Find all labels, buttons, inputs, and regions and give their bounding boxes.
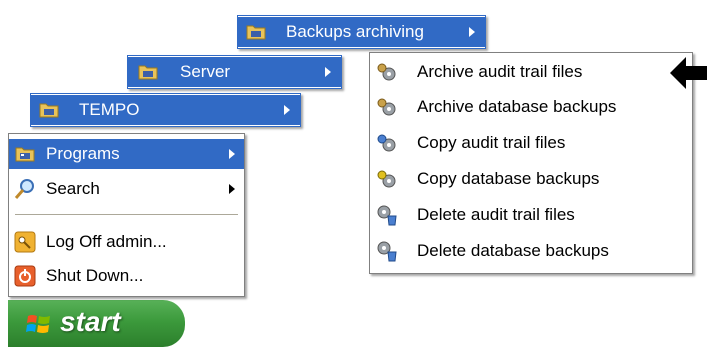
tempo-menu: TEMPO <box>30 93 301 127</box>
submenu-arrow-icon <box>469 27 475 37</box>
copy-gear-icon <box>377 134 396 152</box>
menu-item-label: Log Off admin... <box>46 232 167 251</box>
menu-item-label: Search <box>46 179 100 198</box>
menu-item-label: Delete database backups <box>417 241 609 260</box>
menu-item-label: Shut Down... <box>46 266 144 285</box>
menu-item-label: Copy audit trail files <box>417 133 566 152</box>
menu-separator <box>15 214 238 215</box>
backups-archiving-menu: Backups archiving <box>237 15 486 49</box>
server-menu: Server <box>127 55 342 89</box>
menu-item-label: Programs <box>46 144 120 163</box>
tempo-folder-icon <box>39 103 59 118</box>
search-magnifier-icon <box>14 179 34 199</box>
archive-gear-icon <box>377 98 396 116</box>
backups-folder-icon <box>246 25 266 40</box>
start-label: start <box>60 306 121 337</box>
menu-item-label: Archive audit trail files <box>417 62 583 81</box>
menu-item-label: Server <box>180 62 231 81</box>
start-button[interactable]: start <box>8 300 185 347</box>
programs-folder-icon <box>15 147 35 162</box>
archive-gear-icon <box>377 63 396 81</box>
submenu-arrow-icon <box>229 184 235 194</box>
menu-item-copy-database-backups[interactable]: Copy database backups <box>370 164 692 194</box>
black-arrow-pointer-icon <box>670 57 707 89</box>
shut-down-power-icon <box>14 265 36 287</box>
delete-gear-icon <box>377 241 397 262</box>
menu-item-archive-audit-trail[interactable]: Archive audit trail files <box>370 57 692 87</box>
submenu-arrow-icon <box>284 105 290 115</box>
menu-item-server[interactable]: Server <box>128 57 341 87</box>
menu-item-label: Delete audit trail files <box>417 205 575 224</box>
menu-item-label: Backups archiving <box>286 22 424 41</box>
menu-item-programs[interactable]: Programs <box>9 139 244 169</box>
submenu-arrow-icon <box>229 149 235 159</box>
menu-item-backups-archiving[interactable]: Backups archiving <box>238 17 485 47</box>
menu-item-delete-audit-trail[interactable]: Delete audit trail files <box>370 200 692 230</box>
menu-item-tempo[interactable]: TEMPO <box>31 95 300 125</box>
windows-flag-icon <box>26 315 50 333</box>
log-off-key-icon <box>14 231 36 253</box>
menu-item-delete-database-backups[interactable]: Delete database backups <box>370 236 692 266</box>
menu-item-label: TEMPO <box>79 100 140 119</box>
menu-item-search[interactable]: Search <box>9 174 244 204</box>
menu-item-archive-database-backups[interactable]: Archive database backups <box>370 92 692 122</box>
copy-gear-icon <box>377 170 396 188</box>
submenu-arrow-icon <box>325 67 331 77</box>
menu-item-log-off[interactable]: Log Off admin... <box>9 227 244 257</box>
server-folder-icon <box>138 65 158 80</box>
menu-item-label: Copy database backups <box>417 169 600 188</box>
menu-item-label: Archive database backups <box>417 97 617 116</box>
menu-item-copy-audit-trail[interactable]: Copy audit trail files <box>370 128 692 158</box>
menu-item-shut-down[interactable]: Shut Down... <box>9 261 244 291</box>
delete-gear-icon <box>377 205 397 226</box>
archiving-submenu: Archive audit trail files Archive databa… <box>369 52 693 274</box>
start-menu: Programs Search Log Off admin... Shut Do… <box>8 133 245 297</box>
